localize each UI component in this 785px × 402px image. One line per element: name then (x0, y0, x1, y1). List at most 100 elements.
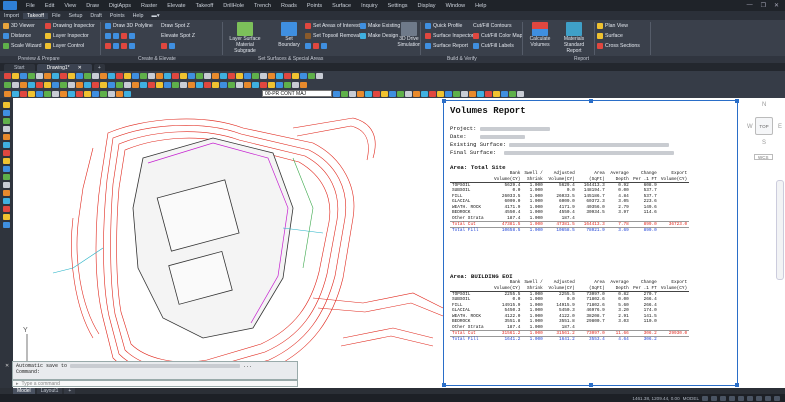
panel-title-build[interactable]: Build & Verify (447, 56, 477, 62)
toolbar-button-icon[interactable] (20, 81, 27, 88)
toolbar-button-icon[interactable] (92, 90, 99, 97)
surface-inspector-button[interactable]: Surface Inspector (425, 33, 474, 39)
view-cube[interactable]: N W E TOP S WCS (745, 100, 783, 170)
toolbar-button-icon[interactable] (357, 90, 364, 97)
view-cube-top-face[interactable]: TOP (755, 117, 773, 135)
annotation-scale-icon[interactable] (747, 395, 753, 401)
toolbar-button-icon[interactable] (509, 90, 516, 97)
left-toolbar-button-icon[interactable] (3, 222, 10, 228)
menu-elevate[interactable]: Elevate (162, 3, 190, 9)
toolbar-button-icon[interactable] (228, 72, 235, 79)
toolbar-button-icon[interactable] (268, 72, 275, 79)
special-tools-row[interactable] (305, 43, 327, 49)
surface-report-button[interactable]: Surface Report (425, 43, 468, 49)
tab-points[interactable]: Points (106, 13, 129, 19)
menu-settings[interactable]: Settings (383, 3, 413, 9)
toolbar-button-icon[interactable] (108, 72, 115, 79)
toolbar-button-icon[interactable] (116, 72, 123, 79)
menu-window[interactable]: Window (441, 3, 471, 9)
toolbar-button-icon[interactable] (365, 90, 372, 97)
toolbar-button-icon[interactable] (28, 90, 35, 97)
toolbar-button-icon[interactable] (76, 90, 83, 97)
left-toolbar-button-icon[interactable] (3, 158, 10, 164)
make-existing-button[interactable]: Make Existing (360, 23, 400, 29)
toolbar-button-icon[interactable] (124, 90, 131, 97)
calculate-volumes-button[interactable]: Calculate Volumes (527, 22, 553, 48)
toolbar-button-icon[interactable] (333, 90, 340, 97)
toolbar-button-icon[interactable] (437, 90, 444, 97)
toolbar-button-icon[interactable] (92, 72, 99, 79)
toolbar-button-icon[interactable] (493, 90, 500, 97)
draw-3d-polyline-button[interactable]: Draw 3D Polyline (105, 23, 153, 29)
toolbar-button-icon[interactable] (4, 72, 11, 79)
toolbar-button-icon[interactable] (421, 90, 428, 97)
menu-digiapps[interactable]: DigiApps (104, 3, 136, 9)
toolbar-button-icon[interactable] (469, 90, 476, 97)
toolbar-button-icon[interactable] (284, 72, 291, 79)
resize-grip[interactable] (589, 99, 593, 103)
surface-button[interactable]: Surface (597, 33, 623, 39)
materials-report-button[interactable]: Materials Standard Report (557, 22, 591, 54)
toolbar-button-icon[interactable] (461, 90, 468, 97)
toolbar-button-icon[interactable] (60, 81, 67, 88)
menu-surface[interactable]: Surface (327, 3, 356, 9)
toolbar-button-icon[interactable] (12, 72, 19, 79)
toolbar-button-icon[interactable] (397, 90, 404, 97)
toolbar-button-icon[interactable] (172, 81, 179, 88)
viewer-3d-button[interactable]: 3D Viewer (3, 23, 35, 29)
toolbar-button-icon[interactable] (132, 72, 139, 79)
make-design-button[interactable]: Make Design (360, 33, 398, 39)
toolbar-button-icon[interactable] (236, 72, 243, 79)
volumes-report[interactable]: Volumes Report Project: Date: Existing S… (442, 99, 739, 387)
layer-control-button[interactable]: Layer Control (45, 43, 84, 49)
toolbar-button-icon[interactable] (76, 72, 83, 79)
menu-view[interactable]: View (59, 3, 81, 9)
toolbar-button-icon[interactable] (300, 81, 307, 88)
toolbar-button-icon[interactable] (204, 72, 211, 79)
toolbar-button-icon[interactable] (220, 72, 227, 79)
menu-raster[interactable]: Raster (136, 3, 162, 9)
toolbar-button-icon[interactable] (52, 90, 59, 97)
draw-spot-z-button[interactable]: Draw Spot Z (161, 23, 190, 29)
toolbar-button-icon[interactable] (100, 72, 107, 79)
toolbar-button-icon[interactable] (196, 81, 203, 88)
toolbar-button-icon[interactable] (44, 90, 51, 97)
toolbar-button-icon[interactable] (4, 81, 11, 88)
toolbar-button-icon[interactable] (220, 81, 227, 88)
minimize-icon[interactable]: — (747, 2, 753, 9)
plan-view-button[interactable]: Plan View (597, 23, 628, 29)
toolbar-button-icon[interactable] (140, 81, 147, 88)
toolbar-button-icon[interactable] (124, 72, 131, 79)
toolbar-button-icon[interactable] (84, 72, 91, 79)
toolbar-button-icon[interactable] (445, 90, 452, 97)
toolbar-button-icon[interactable] (52, 81, 59, 88)
scale-wizard-button[interactable]: Scale Wizard (3, 43, 42, 49)
left-toolbar-button-icon[interactable] (3, 134, 10, 140)
cross-sections-button[interactable]: Cross Sections (597, 43, 640, 49)
cut-fill-color-map-button[interactable]: Cut/Fill Color Map (473, 33, 523, 39)
resize-grip[interactable] (735, 383, 739, 387)
left-toolbar-button-icon[interactable] (3, 206, 10, 212)
toolbar-button-icon[interactable] (44, 81, 51, 88)
toolbar-button-icon[interactable] (477, 90, 484, 97)
new-tab-button[interactable]: + (93, 64, 105, 71)
toolbar-button-icon[interactable] (68, 90, 75, 97)
toolbar-button-icon[interactable] (156, 72, 163, 79)
toolbar-button-icon[interactable] (84, 81, 91, 88)
resize-grip[interactable] (442, 383, 446, 387)
menu-roads[interactable]: Roads (276, 3, 302, 9)
toolbar-button-icon[interactable] (405, 90, 412, 97)
layer-surface-button[interactable]: Layer Surface Material Subgrade (226, 22, 264, 54)
toolbar-button-icon[interactable] (212, 72, 219, 79)
restore-icon[interactable]: ❐ (761, 2, 766, 9)
toolbar-button-icon[interactable] (140, 72, 147, 79)
distance-button[interactable]: Distance (3, 33, 31, 39)
tab-import[interactable]: Import (0, 13, 23, 19)
toolbar-button-icon[interactable] (12, 81, 19, 88)
toolbar-button-icon[interactable] (100, 81, 107, 88)
toolbar-button-icon[interactable] (252, 72, 259, 79)
toolbar-button-icon[interactable] (84, 90, 91, 97)
layer-combo[interactable]: 00-PR CONT MAJ (262, 90, 332, 97)
menu-help[interactable]: Help (470, 3, 491, 9)
toolbar-button-icon[interactable] (60, 72, 67, 79)
